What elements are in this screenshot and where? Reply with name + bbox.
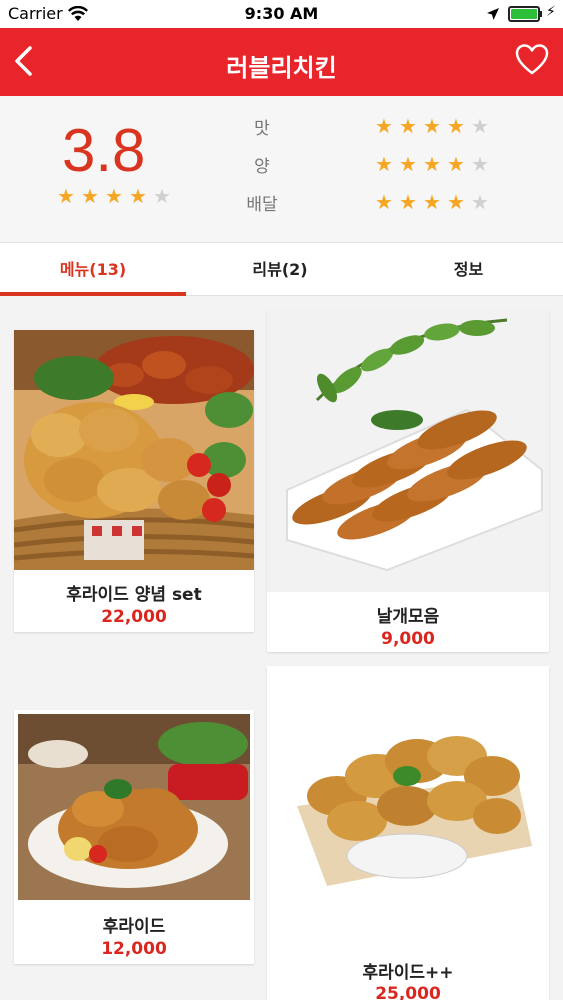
- favorite-button[interactable]: [514, 42, 550, 78]
- menu-item-price: 12,000: [101, 939, 167, 959]
- menu-item-photo: [14, 330, 254, 570]
- tab-active-indicator: [0, 292, 186, 296]
- location-arrow-icon: [486, 6, 500, 25]
- menu-item-name: 날개모음: [376, 607, 440, 627]
- menu-item-price: 25,000: [375, 984, 441, 1000]
- tab-info[interactable]: 정보: [374, 243, 563, 297]
- star-filled-icon: ★: [399, 152, 417, 176]
- menu-item-name: 후라이드: [102, 917, 166, 937]
- menu-item-photo: [18, 714, 258, 904]
- star-filled-icon: ★: [105, 184, 123, 208]
- category-stars-taste: ★ ★ ★ ★ ★: [372, 114, 492, 138]
- menu-item-price: 9,000: [381, 629, 435, 649]
- navbar: 러블리치킨: [0, 28, 563, 96]
- star-filled-icon: ★: [375, 190, 393, 214]
- heart-icon: [515, 44, 549, 75]
- menu-item-price: 22,000: [101, 607, 167, 627]
- category-label-taste: 맛: [254, 119, 270, 139]
- rating-summary: 3.8 ★ ★ ★ ★ ★ 맛 ★ ★ ★ ★ ★ 양 ★ ★ ★ ★ ★ 배달 ★ ★ ★ ★ ★: [0, 96, 563, 242]
- star-filled-icon: ★: [375, 152, 393, 176]
- star-empty-icon: ★: [471, 114, 489, 138]
- page-title: 러블리치킨: [226, 54, 337, 82]
- star-filled-icon: ★: [447, 114, 465, 138]
- tab-menu[interactable]: 메뉴(13): [0, 243, 186, 297]
- menu-item-card[interactable]: 후라이드 양념 set 22,000: [14, 330, 254, 632]
- category-stars-delivery: ★ ★ ★ ★ ★: [372, 190, 492, 214]
- tab-bar: 메뉴(13) 리뷰(2) 정보: [0, 242, 563, 296]
- star-filled-icon: ★: [399, 114, 417, 138]
- category-label-quantity: 양: [254, 157, 270, 177]
- menu-item-photo: [267, 310, 549, 592]
- clock: 9:30 AM: [244, 4, 319, 23]
- overall-star-rating: ★ ★ ★ ★ ★: [54, 184, 174, 208]
- star-empty-icon: ★: [471, 190, 489, 214]
- star-filled-icon: ★: [399, 190, 417, 214]
- menu-item-name: 후라이드++: [362, 963, 454, 983]
- menu-item-card[interactable]: 후라이드++ 25,000: [267, 666, 549, 1000]
- charging-bolt-icon: ⚡: [546, 4, 556, 20]
- star-empty-icon: ★: [471, 152, 489, 176]
- battery-tip: [540, 11, 542, 17]
- star-filled-icon: ★: [81, 184, 99, 208]
- menu-item-card[interactable]: 후라이드 12,000: [14, 710, 254, 964]
- star-filled-icon: ★: [57, 184, 75, 208]
- category-stars-quantity: ★ ★ ★ ★ ★: [372, 152, 492, 176]
- battery-icon: [508, 6, 540, 22]
- tab-reviews[interactable]: 리뷰(2): [186, 243, 374, 297]
- star-empty-icon: ★: [153, 184, 171, 208]
- star-filled-icon: ★: [423, 152, 441, 176]
- star-filled-icon: ★: [129, 184, 147, 208]
- star-filled-icon: ★: [423, 190, 441, 214]
- star-filled-icon: ★: [447, 152, 465, 176]
- menu-item-card[interactable]: 날개모음 9,000: [267, 310, 549, 652]
- rating-score: 3.8: [62, 117, 146, 184]
- star-filled-icon: ★: [447, 190, 465, 214]
- star-filled-icon: ★: [375, 114, 393, 138]
- status-bar: Carrier 9:30 AM ⚡: [0, 0, 563, 28]
- menu-item-name: 후라이드 양념 set: [66, 585, 202, 605]
- category-label-delivery: 배달: [246, 195, 278, 215]
- menu-item-photo: [267, 666, 549, 948]
- star-filled-icon: ★: [423, 114, 441, 138]
